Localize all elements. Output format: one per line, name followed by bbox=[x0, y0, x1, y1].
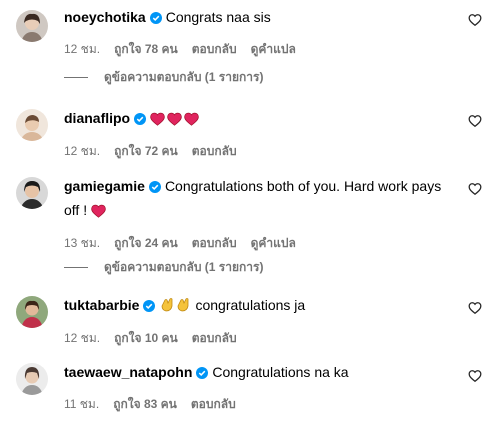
like-heart-icon[interactable] bbox=[468, 301, 484, 317]
verified-badge-icon bbox=[143, 298, 156, 317]
timestamp[interactable]: 12 ชม. bbox=[64, 331, 100, 345]
likes-count[interactable]: ถูกใจ 83 คน bbox=[113, 397, 177, 411]
clapping-hands-emoji bbox=[159, 297, 175, 318]
translate-button[interactable]: ดูคำแปล bbox=[251, 42, 296, 56]
username[interactable]: noeychotika bbox=[64, 9, 146, 25]
like-heart-icon[interactable] bbox=[468, 13, 484, 29]
avatar[interactable] bbox=[16, 10, 48, 42]
reply-button[interactable]: ตอบกลับ bbox=[192, 42, 237, 56]
like-heart-icon[interactable] bbox=[468, 369, 484, 385]
timestamp[interactable]: 11 ชม. bbox=[64, 397, 99, 411]
timestamp[interactable]: 12 ชม. bbox=[64, 144, 100, 158]
view-replies-label: ดูข้อความตอบกลับ (1 รายการ) bbox=[104, 260, 264, 274]
verified-badge-icon bbox=[148, 179, 161, 198]
red-heart-emoji bbox=[150, 112, 165, 131]
comment-meta: 12 ชม. ถูกใจ 72 คน ตอบกลับ bbox=[64, 142, 456, 161]
reply-button[interactable]: ตอบกลับ bbox=[192, 144, 237, 158]
reply-button[interactable]: ตอบกลับ bbox=[192, 236, 237, 250]
timestamp[interactable]: 12 ชม. bbox=[64, 42, 100, 56]
likes-count[interactable]: ถูกใจ 10 คน bbox=[114, 331, 178, 345]
verified-badge-icon bbox=[134, 111, 147, 130]
clapping-hands-emoji bbox=[175, 297, 191, 318]
red-heart-emoji bbox=[167, 112, 182, 131]
comment-text: congratulations ja bbox=[195, 297, 306, 313]
divider-line bbox=[64, 267, 88, 269]
username[interactable]: gamiegamie bbox=[64, 178, 145, 194]
comment-meta: 12 ชม. ถูกใจ 78 คน ตอบกลับ ดูคำแปล bbox=[64, 40, 456, 59]
username[interactable]: taewaew_natapohn bbox=[64, 364, 192, 380]
avatar[interactable] bbox=[16, 296, 48, 328]
username[interactable]: tuktabarbie bbox=[64, 297, 139, 313]
like-heart-icon[interactable] bbox=[468, 182, 484, 198]
avatar[interactable] bbox=[16, 109, 48, 141]
verified-badge-icon bbox=[149, 10, 162, 29]
red-heart-emoji bbox=[91, 204, 106, 223]
comment-text: Congratulations na ka bbox=[212, 364, 349, 380]
comment-text-continued: off ! bbox=[64, 202, 88, 218]
divider-line bbox=[64, 77, 88, 79]
likes-count[interactable]: ถูกใจ 24 คน bbox=[114, 236, 178, 250]
likes-count[interactable]: ถูกใจ 72 คน bbox=[114, 144, 178, 158]
username[interactable]: dianaflipo bbox=[64, 110, 130, 126]
view-replies-button[interactable]: ดูข้อความตอบกลับ (1 รายการ) bbox=[64, 258, 263, 277]
timestamp[interactable]: 13 ชม. bbox=[64, 236, 100, 250]
avatar[interactable] bbox=[16, 363, 48, 395]
likes-count[interactable]: ถูกใจ 78 คน bbox=[114, 42, 178, 56]
comment-meta: 13 ชม. ถูกใจ 24 คน ตอบกลับ ดูคำแปล bbox=[64, 234, 456, 253]
reply-button[interactable]: ตอบกลับ bbox=[192, 331, 237, 345]
comment-text: Congrats naa sis bbox=[165, 9, 271, 25]
verified-badge-icon bbox=[196, 365, 209, 384]
comment-text: Congratulations both of you. Hard work p… bbox=[164, 178, 442, 194]
red-heart-emoji bbox=[184, 112, 199, 131]
translate-button[interactable]: ดูคำแปล bbox=[251, 236, 296, 250]
like-heart-icon[interactable] bbox=[468, 114, 484, 130]
view-replies-button[interactable]: ดูข้อความตอบกลับ (1 รายการ) bbox=[64, 68, 263, 87]
view-replies-label: ดูข้อความตอบกลับ (1 รายการ) bbox=[104, 70, 264, 84]
comment-meta: 12 ชม. ถูกใจ 10 คน ตอบกลับ bbox=[64, 329, 456, 348]
comment-meta: 11 ชม. ถูกใจ 83 คน ตอบกลับ bbox=[64, 395, 456, 414]
avatar[interactable] bbox=[16, 177, 48, 209]
reply-button[interactable]: ตอบกลับ bbox=[191, 397, 236, 411]
